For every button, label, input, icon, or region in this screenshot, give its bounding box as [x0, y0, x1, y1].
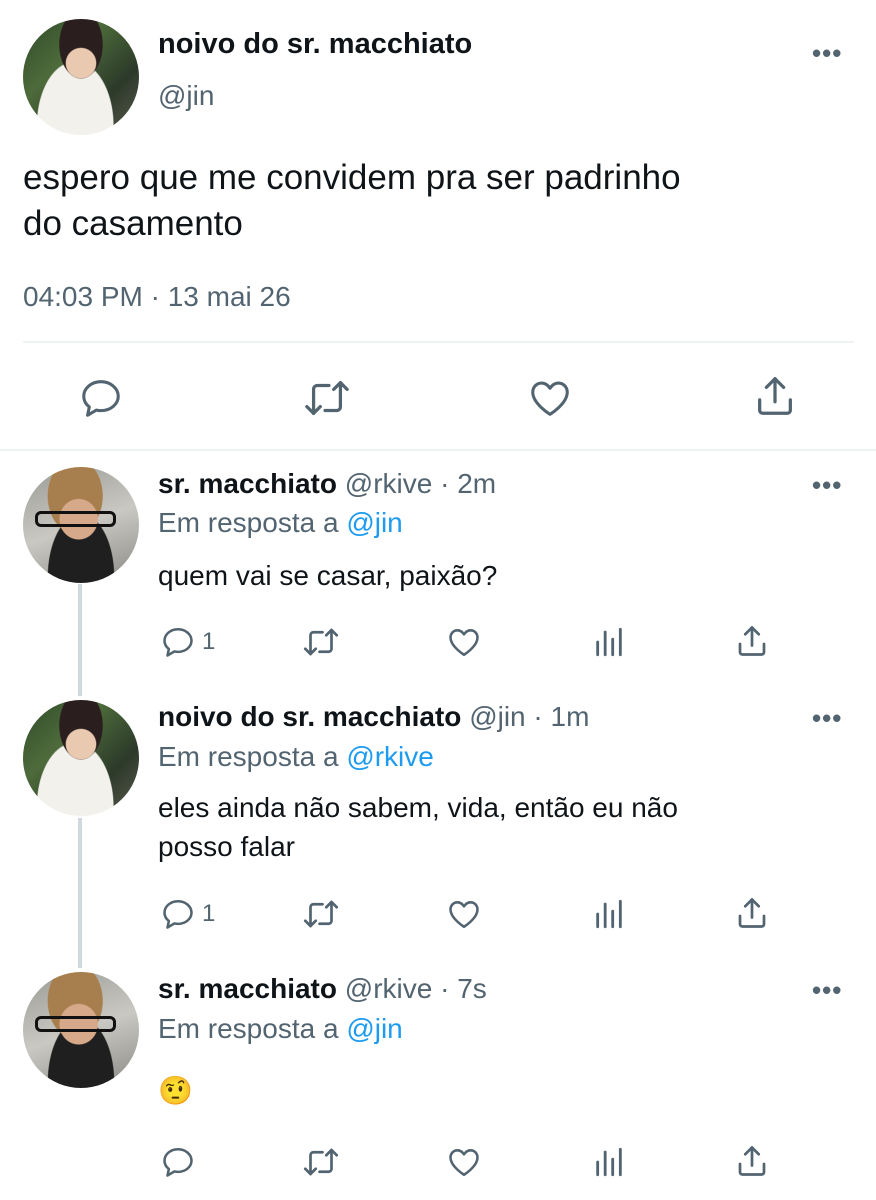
like-icon[interactable]: [444, 1144, 484, 1180]
views-icon[interactable]: [592, 1144, 626, 1180]
retweet-icon[interactable]: [302, 375, 352, 421]
share-icon[interactable]: [734, 623, 770, 659]
avatar[interactable]: [23, 19, 139, 135]
tweet-text-line: do casamento: [23, 204, 243, 243]
share-icon[interactable]: [734, 895, 770, 931]
more-icon[interactable]: •••: [812, 470, 842, 501]
share-icon[interactable]: [752, 373, 798, 419]
timestamp[interactable]: 04:03 PM · 13 mai 26: [23, 281, 291, 313]
handle-time[interactable]: @rkive · 7s: [345, 973, 487, 1004]
reply-to-link[interactable]: @rkive: [346, 741, 434, 772]
like-icon[interactable]: [526, 375, 574, 421]
views-icon[interactable]: [592, 624, 626, 660]
reply-icon[interactable]: [78, 375, 124, 421]
retweet-icon[interactable]: [300, 896, 342, 932]
reply-count: 1: [202, 628, 216, 655]
display-name[interactable]: sr. macchiato: [158, 468, 337, 499]
reply-icon[interactable]: [160, 624, 196, 660]
reply-context: Em resposta a @rkive: [158, 741, 434, 773]
display-name[interactable]: sr. macchiato: [158, 973, 337, 1004]
tweet-text-line: quem vai se casar, paixão?: [158, 560, 498, 591]
reply-context: Em resposta a @jin: [158, 507, 403, 539]
tweet-text-line: espero que me convidem pra ser padrinho: [23, 158, 681, 197]
like-icon[interactable]: [444, 896, 484, 932]
divider: [23, 341, 854, 343]
tweet-text-line: eles ainda não sabem, vida, então eu não: [158, 792, 678, 823]
more-icon[interactable]: •••: [812, 975, 842, 1006]
reply-icon[interactable]: [160, 1144, 196, 1180]
more-icon[interactable]: •••: [812, 38, 842, 69]
reply-prefix: Em resposta a: [158, 741, 347, 772]
divider: [0, 449, 876, 451]
reply-prefix: Em resposta a: [158, 1013, 347, 1044]
avatar[interactable]: [23, 972, 139, 1088]
tweet-text-line: posso falar: [158, 831, 295, 862]
retweet-icon[interactable]: [300, 1144, 342, 1180]
views-icon[interactable]: [592, 896, 626, 932]
reply-icon[interactable]: [160, 896, 196, 932]
reply-to-link[interactable]: @jin: [346, 1013, 402, 1044]
reply-header: sr. macchiato @rkive · 7s: [158, 973, 487, 1005]
reply-header: sr. macchiato @rkive · 2m: [158, 468, 496, 500]
retweet-icon[interactable]: [300, 624, 342, 660]
thread-line: [78, 584, 82, 696]
reply-to-link[interactable]: @jin: [346, 507, 402, 538]
thread-line: [78, 818, 82, 968]
reply-count: 1: [202, 900, 216, 927]
more-icon[interactable]: •••: [812, 703, 842, 734]
avatar[interactable]: [23, 700, 139, 816]
tweet-emoji: 🤨: [158, 1075, 193, 1106]
handle-time[interactable]: @rkive · 2m: [345, 468, 496, 499]
avatar[interactable]: [23, 467, 139, 583]
display-name[interactable]: noivo do sr. macchiato: [158, 701, 461, 732]
reply-prefix: Em resposta a: [158, 507, 347, 538]
share-icon[interactable]: [734, 1143, 770, 1179]
handle[interactable]: @jin: [158, 80, 214, 112]
handle-time[interactable]: @jin · 1m: [469, 701, 589, 732]
reply-context: Em resposta a @jin: [158, 1013, 403, 1045]
display-name[interactable]: noivo do sr. macchiato: [158, 28, 472, 61]
like-icon[interactable]: [444, 624, 484, 660]
reply-header: noivo do sr. macchiato @jin · 1m: [158, 701, 589, 733]
